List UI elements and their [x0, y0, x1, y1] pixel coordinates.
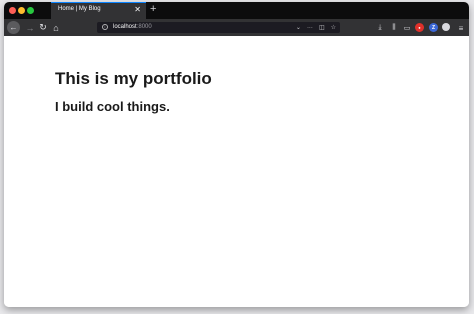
browser-window: Home | My Blog ✕ + ← → ↻ ⌂ i localhost:8…	[4, 2, 469, 307]
tab-title: Home | My Blog	[58, 6, 101, 12]
pocket-icon[interactable]: ◫	[319, 24, 325, 31]
zotero-icon[interactable]: Z	[429, 23, 438, 32]
info-icon[interactable]: i	[102, 24, 108, 30]
download-icon[interactable]: ⤓	[376, 23, 384, 33]
sidebar-icon[interactable]: ▭	[403, 23, 411, 33]
maximize-window-button[interactable]	[27, 7, 34, 14]
bookmark-star-icon[interactable]: ☆	[331, 24, 336, 31]
chevron-down-icon[interactable]: ⌄	[296, 24, 301, 31]
navigation-bar: ← → ↻ ⌂ i localhost:8000 ⌄ ··· ◫ ☆ ⤓ ⫼ ▭…	[4, 19, 469, 36]
close-icon[interactable]: ✕	[134, 6, 141, 14]
reload-icon[interactable]: ↻	[38, 21, 48, 34]
url-text[interactable]: localhost:8000	[113, 24, 152, 31]
minimize-window-button[interactable]	[18, 7, 25, 14]
page-title: This is my portfolio	[55, 69, 212, 88]
tab-bar: Home | My Blog ✕ +	[4, 2, 469, 20]
tab-home[interactable]: Home | My Blog ✕	[51, 2, 146, 19]
library-icon[interactable]: ⫼	[390, 23, 398, 33]
back-arrow-icon[interactable]: ←	[7, 21, 20, 34]
plus-icon[interactable]: +	[150, 4, 156, 15]
home-icon[interactable]: ⌂	[51, 21, 61, 34]
page-content: This is my portfolio I build cool things…	[4, 37, 469, 307]
more-icon[interactable]: ···	[307, 25, 313, 31]
url-host: localhost	[113, 24, 137, 30]
url-bar-actions: ⌄ ··· ◫ ☆	[296, 23, 336, 32]
url-bar[interactable]: i localhost:8000 ⌄ ··· ◫ ☆	[97, 22, 340, 33]
account-icon[interactable]	[442, 23, 450, 31]
extension-icon[interactable]: ●	[415, 23, 424, 32]
forward-arrow-icon[interactable]: →	[25, 21, 35, 34]
close-window-button[interactable]	[9, 7, 16, 14]
url-port: :8000	[136, 24, 152, 30]
page-subtitle: I build cool things.	[55, 99, 170, 114]
menu-icon[interactable]: ≡	[457, 23, 465, 33]
